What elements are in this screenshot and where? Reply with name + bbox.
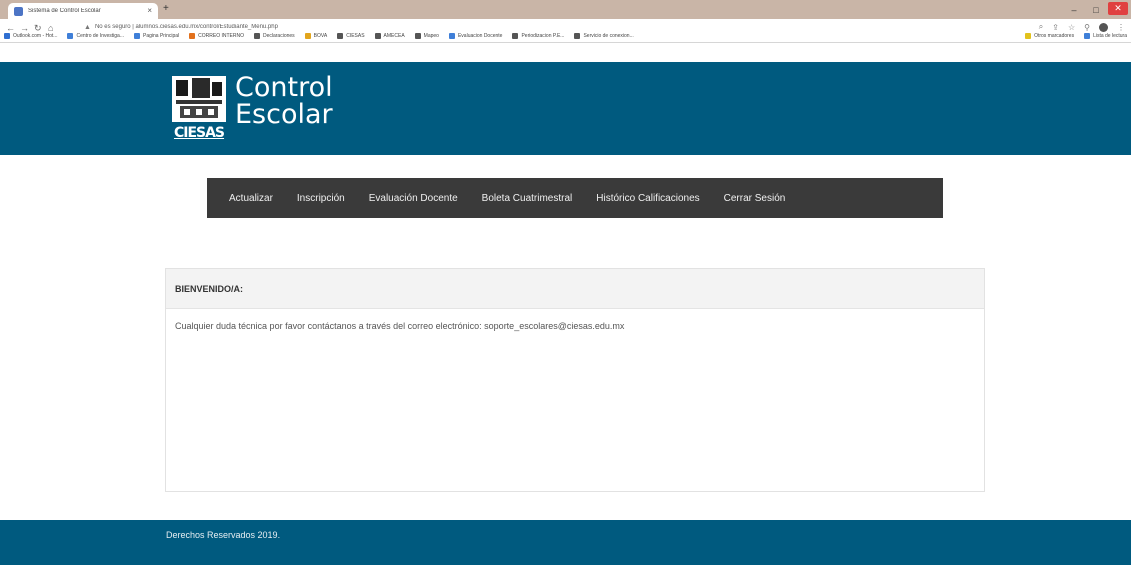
bookmark-item-11[interactable]: Servicio de conexion... <box>574 32 634 39</box>
nav-item-boleta-cuatrimestral[interactable]: Boleta Cuatrimestral <box>470 193 585 204</box>
minimize-button[interactable]: – <box>1063 0 1085 19</box>
bookmark-label: CORREO INTERNO <box>198 32 244 39</box>
bookmark-icon <box>574 32 581 39</box>
bookmark-item-2[interactable]: Pagina Principal <box>134 32 180 39</box>
tab-title: Sistema de Control Escolar <box>28 8 101 14</box>
bookmark-label: Mapeo <box>423 32 439 39</box>
favicon-icon <box>14 6 23 16</box>
nav-item-cerrar-sesion[interactable]: Cerrar Sesión <box>712 193 798 204</box>
bookmark-item-5[interactable]: BOVA <box>304 32 328 39</box>
welcome-panel: BIENVENIDO/A: Cualquier duda técnica por… <box>165 268 985 492</box>
bookmark-label: Periodizacion P.E... <box>521 32 565 39</box>
bookmark-label: BOVA <box>313 32 328 39</box>
logo-emblem-icon <box>172 76 226 122</box>
bookmark-icon <box>189 32 196 39</box>
bookmark-item-7[interactable]: AMECEA <box>374 32 405 39</box>
panel-body-text: Cualquier duda técnica por favor contáct… <box>175 321 625 331</box>
maximize-button[interactable]: □ <box>1085 0 1107 19</box>
bookmark-icon <box>253 32 260 39</box>
nav-item-historico-calificaciones[interactable]: Histórico Calificaciones <box>584 193 711 204</box>
bookmark-item-9[interactable]: Evaluacion Docente <box>448 32 503 39</box>
bookmark-item-right-0[interactable]: Otros marcadores <box>1025 32 1075 39</box>
bookmark-item-1[interactable]: Centro de Investiga... <box>67 32 124 39</box>
bookmark-label: Centro de Investiga... <box>76 32 124 39</box>
bookmark-item-6[interactable]: CIESAS <box>337 32 365 39</box>
footer-copyright: Derechos Reservados 2019. <box>166 530 281 540</box>
logo-title[interactable]: Control Escolar <box>235 74 333 128</box>
bookmark-icon <box>134 32 140 39</box>
bookmark-icon <box>448 32 455 39</box>
bookmarks-bar: Outlook.com - Hot... Centro de Investiga.… <box>0 28 1131 43</box>
bookmark-icon <box>4 32 10 39</box>
bookmark-label: Declaraciones <box>262 32 295 39</box>
browser-tab[interactable]: Sistema de Control Escolar × <box>8 3 158 19</box>
bookmark-icon <box>512 32 519 39</box>
bookmark-item-3[interactable]: CORREO INTERNO <box>189 32 244 39</box>
logo-title-line2: Escolar <box>235 99 333 130</box>
bookmark-icon <box>414 32 421 39</box>
close-window-button[interactable]: ✕ <box>1108 2 1128 15</box>
browser-tab-strip: Sistema de Control Escolar × + – □ ✕ <box>0 0 1131 19</box>
bookmark-label: Pagina Principal <box>143 32 180 39</box>
bookmark-label: Evaluacion Docente <box>457 32 503 39</box>
bookmark-item-8[interactable]: Mapeo <box>414 32 439 39</box>
bookmark-label: Servicio de conexion... <box>583 32 634 39</box>
site-footer: Derechos Reservados 2019. <box>0 520 1131 565</box>
logo-org: CIESAS <box>173 125 225 141</box>
nav-item-actualizar[interactable]: Actualizar <box>217 193 285 204</box>
logo-title-line1: Control <box>235 72 333 103</box>
nav-item-evaluacion-docente[interactable]: Evaluación Docente <box>357 193 470 204</box>
bookmark-label: CIESAS <box>346 32 365 39</box>
bookmark-item-4[interactable]: Declaraciones <box>253 32 295 39</box>
site-header: CIESAS Control Escolar <box>0 62 1131 155</box>
bookmark-icon <box>1025 32 1032 39</box>
tab-close-icon[interactable]: × <box>147 7 152 15</box>
bookmark-item-right-1[interactable]: Lista de lectura <box>1084 32 1127 39</box>
bookmark-label: Outlook.com - Hot... <box>13 32 58 39</box>
bookmark-icon <box>374 32 381 39</box>
bookmark-item-0[interactable]: Outlook.com - Hot... <box>4 32 58 39</box>
bookmark-label: AMECEA <box>383 32 405 39</box>
new-tab-button[interactable]: + <box>163 4 169 14</box>
nav-item-inscripcion[interactable]: Inscripción <box>285 193 357 204</box>
bookmark-icon <box>67 32 74 39</box>
bookmark-icon <box>1084 32 1091 39</box>
main-nav: Actualizar Inscripción Evaluación Docent… <box>207 178 943 218</box>
bookmarks-bar-right: Otros marcadores Lista de lectura <box>1025 28 1127 43</box>
bookmark-icon <box>337 32 344 39</box>
bookmark-item-10[interactable]: Periodizacion P.E... <box>512 32 565 39</box>
ciesas-logo: CIESAS <box>168 73 230 141</box>
bookmark-label: Otros marcadores <box>1034 32 1075 39</box>
panel-heading: BIENVENIDO/A: <box>166 269 984 309</box>
bookmark-icon <box>304 32 311 39</box>
bookmark-label: Lista de lectura <box>1093 32 1127 39</box>
